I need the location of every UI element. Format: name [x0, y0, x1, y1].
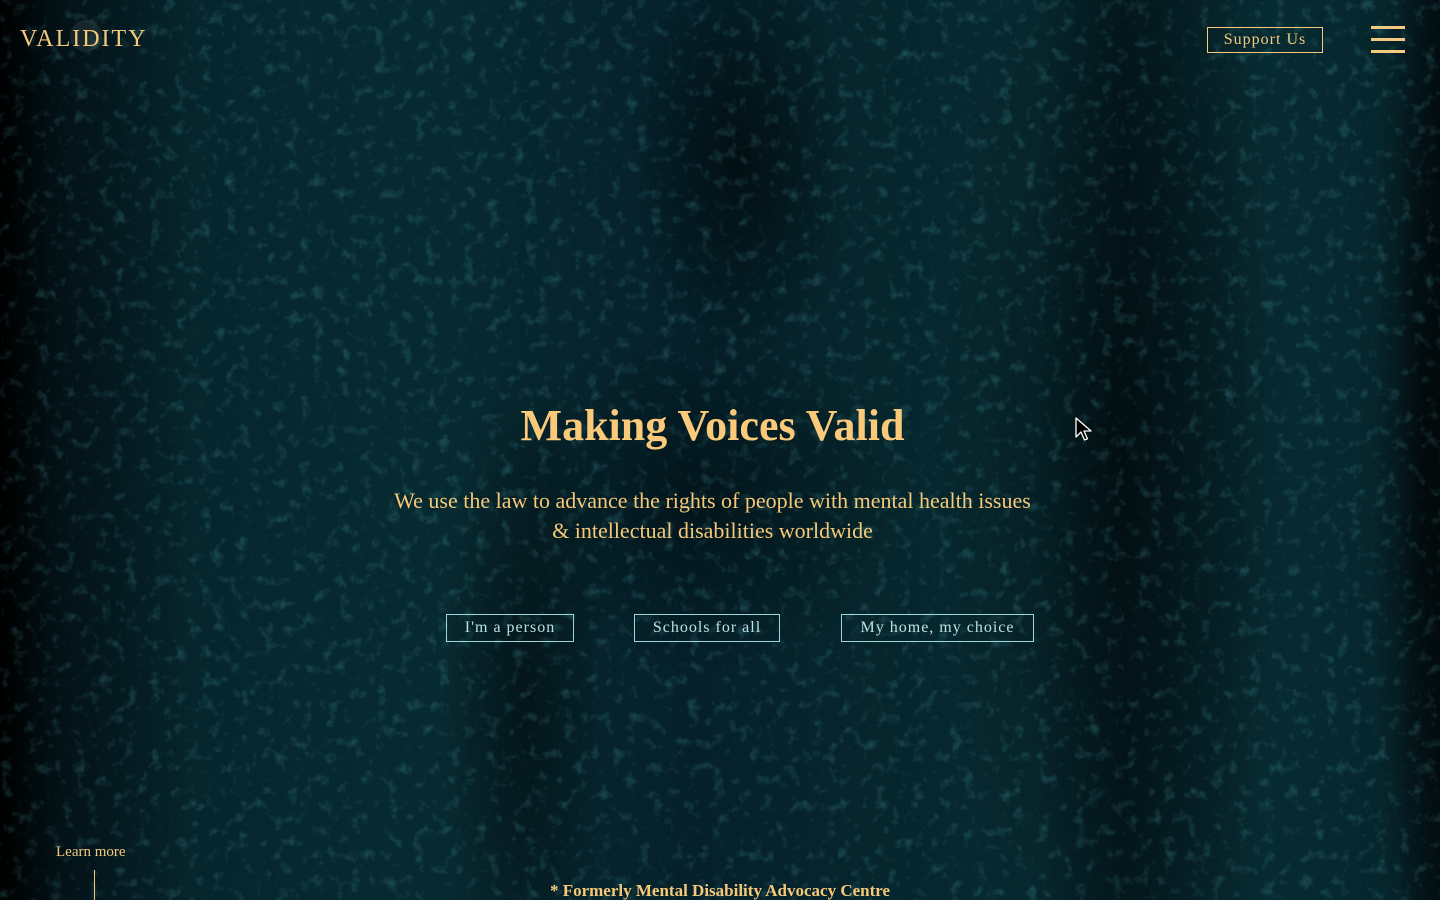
hero-subtitle: We use the law to advance the rights of …	[360, 486, 1065, 546]
hero-subtitle-line-2: & intellectual disabilities worldwide	[552, 518, 873, 543]
site-logo[interactable]: VALIDITY	[20, 26, 148, 53]
campaign-im-a-person-button[interactable]: I'm a person	[446, 614, 574, 642]
support-us-button[interactable]: Support Us	[1207, 27, 1323, 53]
hero-title: Making Voices Valid	[520, 401, 905, 450]
hamburger-menu-icon[interactable]	[1371, 26, 1405, 54]
hero-subtitle-line-1: We use the law to advance the rights of …	[394, 488, 1031, 513]
mouse-pointer-icon	[1075, 417, 1092, 441]
campaign-schools-for-all-button[interactable]: Schools for all	[634, 614, 780, 642]
campaign-my-home-my-choice-button[interactable]: My home, my choice	[841, 614, 1034, 642]
learn-more-link[interactable]: Learn more	[56, 844, 126, 861]
formerly-note: * Formerly Mental Disability Advocacy Ce…	[549, 881, 891, 900]
